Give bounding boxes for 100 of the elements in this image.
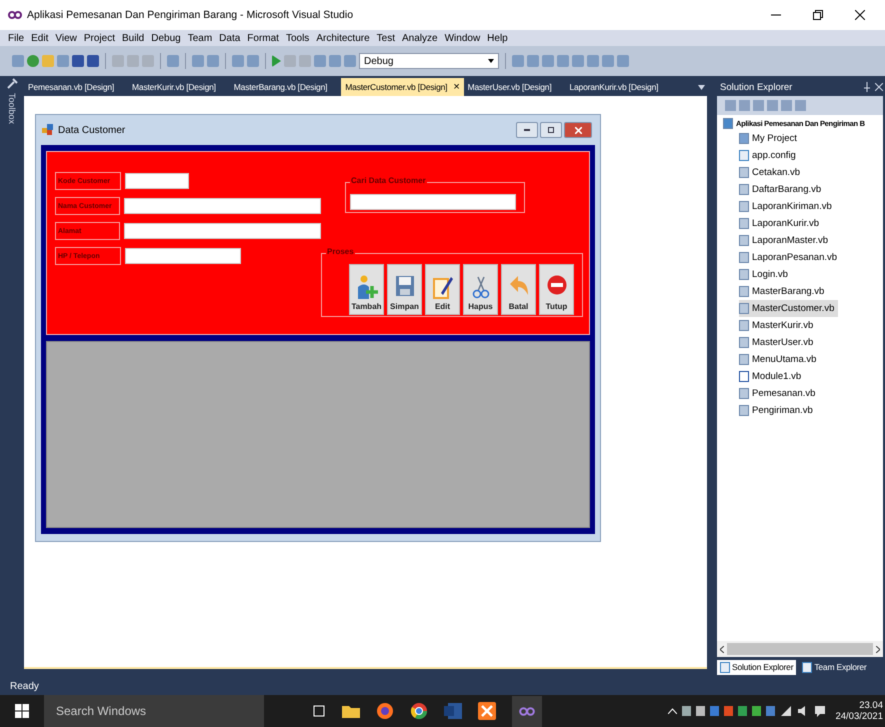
document-tab[interactable]: MasterKurir.vb [Design]	[128, 78, 220, 96]
tree-item[interactable]: LaporanPesanan.vb	[739, 249, 842, 266]
close-tab-button[interactable]: ×	[453, 81, 460, 93]
tree-item[interactable]: Pengiriman.vb	[739, 402, 817, 419]
form-title: Data Customer	[58, 124, 126, 136]
form-file-icon	[739, 354, 749, 365]
tree-item[interactable]: LaporanKiriman.vb	[739, 198, 836, 215]
menu-item[interactable]: Tools	[286, 32, 310, 44]
scroll-left-icon[interactable]	[720, 646, 724, 652]
tree-item[interactable]: MenuUtama.vb	[739, 351, 820, 368]
menu-item[interactable]: View	[55, 32, 77, 44]
tree-item[interactable]: Login.vb	[739, 266, 792, 283]
caret-icon	[488, 59, 494, 63]
menu-item[interactable]: Architecture	[316, 32, 370, 44]
document-tab[interactable]: LaporanKurir.vb [Design]	[566, 78, 662, 96]
menu-item[interactable]: Window	[444, 32, 480, 44]
document-tab[interactable]: MasterBarang.vb [Design]	[230, 78, 332, 96]
app-logo-icon	[8, 11, 22, 19]
input-field[interactable]	[124, 198, 321, 214]
scroll-right-icon[interactable]	[876, 646, 880, 652]
close-button[interactable]	[564, 122, 592, 138]
menu-item[interactable]: Project	[84, 32, 115, 44]
menu-item[interactable]: Team	[188, 32, 212, 44]
action-button[interactable]: Edit	[425, 264, 460, 315]
dropdown-arrow-icon[interactable]	[698, 84, 705, 90]
action-button[interactable]: Batal	[501, 264, 536, 315]
stop-sign-icon	[546, 275, 566, 295]
tree-item[interactable]: LaporanKurir.vb	[739, 215, 824, 232]
windows-start-icon[interactable]	[15, 704, 29, 718]
form-file-icon	[739, 201, 749, 212]
server-app-icon[interactable]	[478, 702, 496, 720]
network-icon[interactable]	[780, 705, 792, 717]
maximize-icon	[548, 127, 554, 133]
browser-icon[interactable]	[410, 702, 428, 720]
tree-item[interactable]: MasterUser.vb	[739, 334, 818, 351]
play-icon[interactable]	[272, 55, 281, 67]
action-button[interactable]: Simpan	[387, 264, 422, 315]
horizontal-scrollbar[interactable]	[717, 641, 883, 657]
word-processor-icon[interactable]	[444, 702, 462, 720]
form-file-icon	[739, 218, 749, 229]
minimize-button[interactable]	[516, 122, 538, 138]
menu-item[interactable]: Debug	[151, 32, 181, 44]
tree-item[interactable]: DaftarBarang.vb	[739, 181, 826, 198]
form-file-icon	[739, 252, 749, 263]
tree-item[interactable]: Module1.vb	[739, 368, 806, 385]
clock-time: 23.04	[859, 700, 883, 711]
form-file-icon	[739, 388, 749, 399]
pin-icon[interactable]	[864, 82, 870, 92]
document-tab[interactable]: Pemesanan.vb [Design]	[24, 78, 118, 96]
form-file-icon	[739, 286, 749, 297]
scissors-icon	[472, 275, 490, 299]
panel-tab[interactable]: Solution Explorer	[717, 660, 796, 674]
taskbar-search-field[interactable]: Search Windows	[44, 695, 264, 727]
tree-item[interactable]: My Project	[739, 130, 801, 147]
input-field[interactable]	[125, 248, 241, 264]
form-file-icon	[739, 303, 749, 314]
action-button[interactable]: Tambah	[349, 264, 384, 315]
menu-item[interactable]: Data	[219, 32, 240, 44]
tree-item[interactable]: MasterKurir.vb	[739, 317, 818, 334]
document-tab[interactable]: MasterCustomer.vb [Design] ×	[341, 78, 464, 96]
input-field[interactable]	[125, 173, 189, 189]
group-title: Proses	[326, 247, 355, 256]
menu-item[interactable]: Build	[122, 32, 144, 44]
window-title: Aplikasi Pemesanan Dan Pengiriman Barang - Microsoft Visual Studio	[27, 9, 354, 21]
globe-icon[interactable]	[27, 55, 39, 67]
form-file-icon	[739, 405, 749, 416]
form-file-icon	[739, 337, 749, 348]
menu-item[interactable]: Format	[247, 32, 279, 44]
chevron-up-icon[interactable]	[668, 708, 678, 714]
close-icon[interactable]	[855, 10, 865, 20]
tree-item[interactable]: MasterBarang.vb	[739, 283, 828, 300]
action-button[interactable]: Hapus	[463, 264, 498, 315]
notification-icon[interactable]	[814, 705, 826, 717]
menu-item[interactable]: Help	[487, 32, 508, 44]
menu-item[interactable]: Test	[376, 32, 396, 44]
tree-item[interactable]: Cetakan.vb	[739, 164, 804, 181]
task-view-icon[interactable]	[312, 704, 326, 718]
restore-icon[interactable]	[813, 10, 823, 20]
action-button[interactable]: Tutup	[539, 264, 574, 315]
tree-item[interactable]: MasterCustomer.vb	[739, 300, 838, 317]
tree-item[interactable]: LaporanMaster.vb	[739, 232, 832, 249]
config-file-icon	[739, 150, 749, 161]
back-arrow-icon	[508, 275, 530, 297]
menu-item[interactable]: Edit	[31, 32, 48, 44]
app-logo-icon[interactable]	[519, 706, 535, 716]
tree-item[interactable]: app.config	[739, 147, 800, 164]
panel-tab[interactable]: Team Explorer	[799, 660, 870, 674]
menu-item[interactable]: File	[8, 32, 24, 44]
configuration-dropdown[interactable]: Debug	[359, 53, 499, 69]
browser-icon[interactable]	[376, 702, 394, 720]
input-field[interactable]	[124, 223, 321, 239]
menu-item[interactable]: Analyze	[402, 32, 438, 44]
document-tab[interactable]: MasterUser.vb [Design]	[464, 78, 556, 96]
maximize-button[interactable]	[540, 122, 562, 138]
tree-item[interactable]: Pemesanan.vb	[739, 385, 820, 402]
person-plus-icon	[356, 275, 378, 299]
form-file-icon	[739, 320, 749, 331]
module-file-icon	[739, 371, 749, 382]
toolbox-strip[interactable]: Toolbox	[4, 78, 20, 677]
search-field[interactable]	[350, 194, 516, 210]
